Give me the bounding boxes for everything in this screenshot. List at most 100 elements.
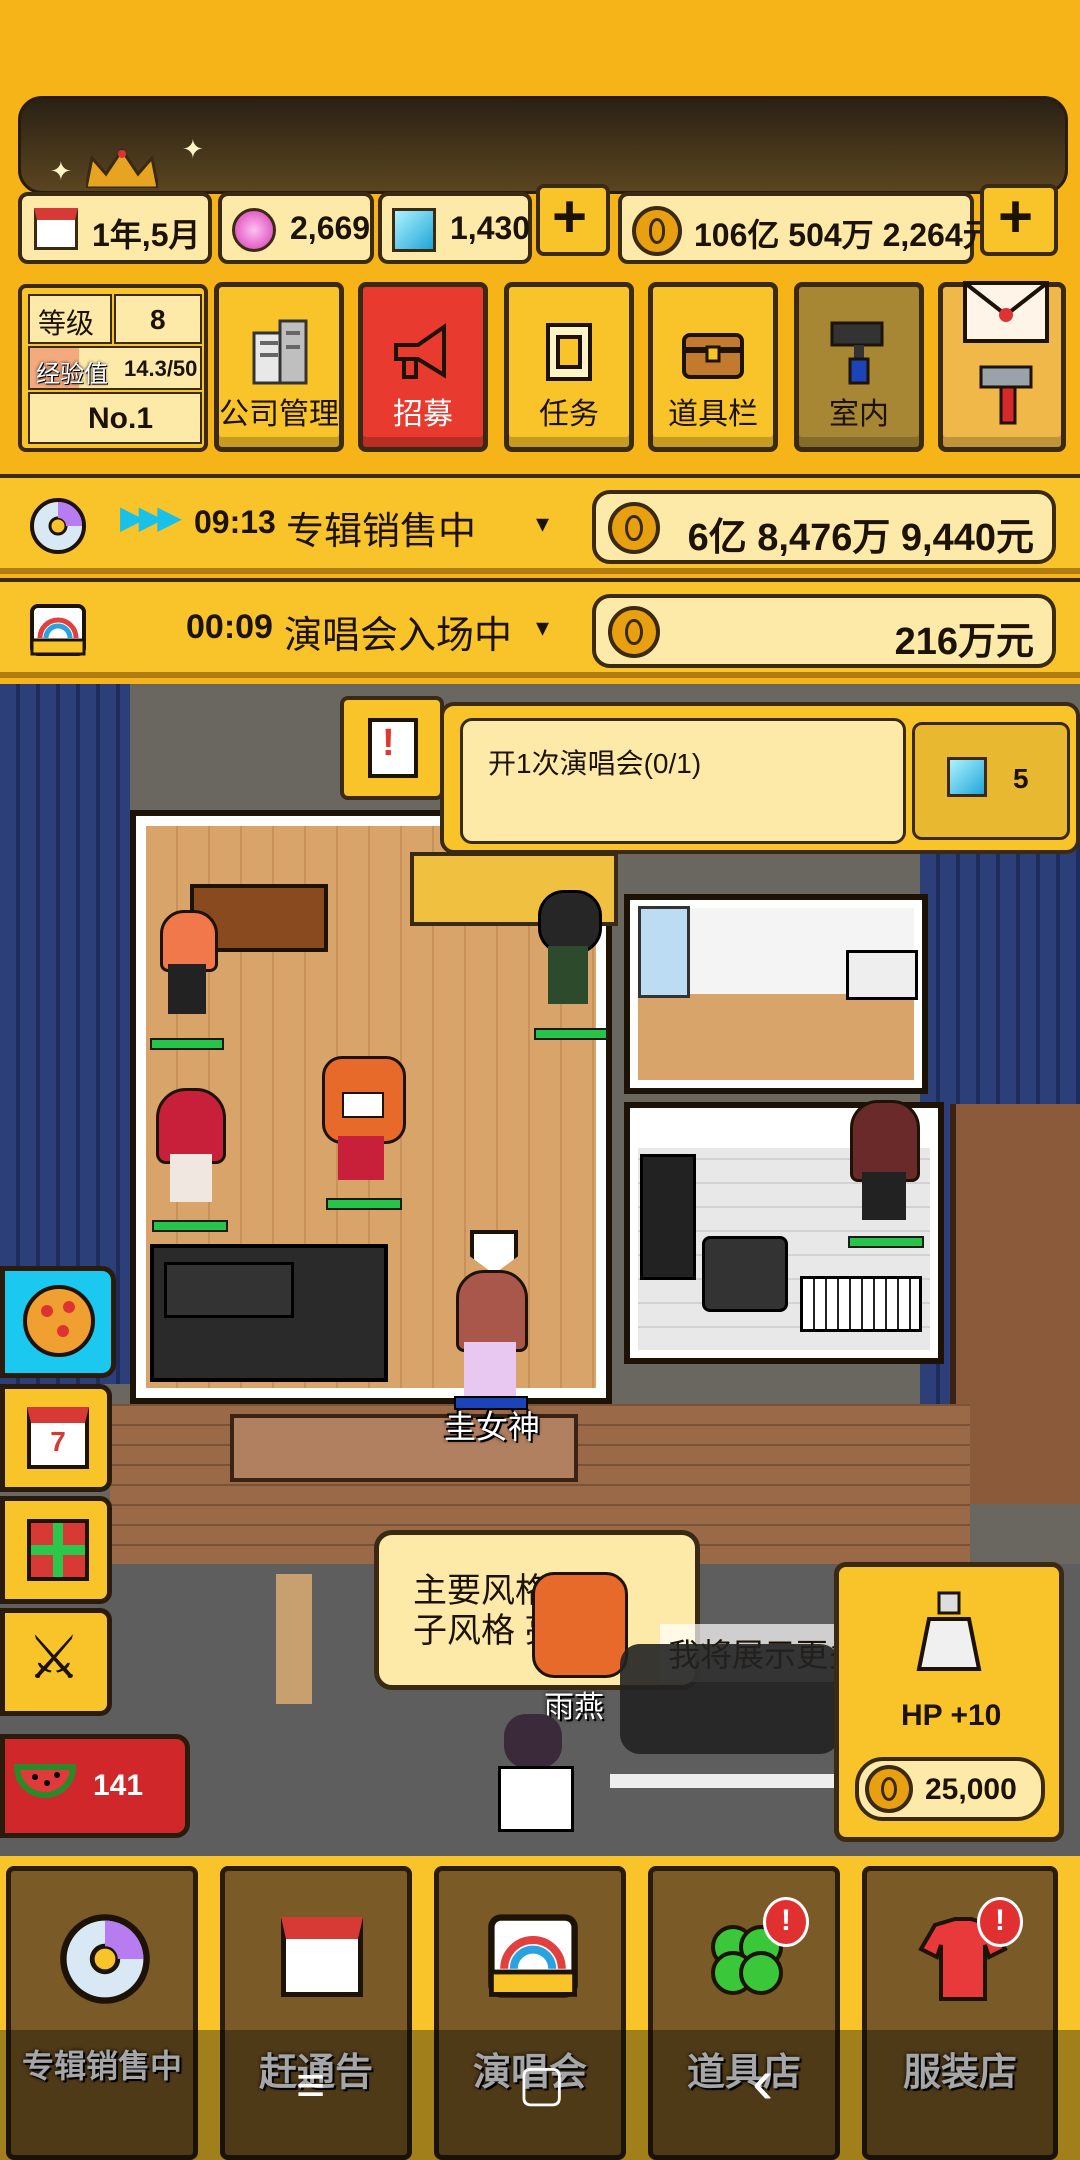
company-management-button[interactable]: 公司管理 <box>214 282 344 452</box>
interior-button[interactable]: 室内 <box>794 282 924 452</box>
blue-gem-value: 1,430 <box>450 210 531 246</box>
road-marking <box>610 1774 840 1788</box>
fast-forward-icon: ▶▶▶ <box>120 499 182 535</box>
character-blonde-studio[interactable] <box>846 1100 922 1224</box>
calendar-button[interactable]: 7 <box>0 1384 112 1492</box>
level-panel[interactable]: 等级 8 经验值 14.3/50 No.1 <box>18 284 208 452</box>
blue-gem-counter: 1,430 <box>378 192 532 264</box>
coin-icon <box>865 1765 913 1813</box>
speaker-character[interactable] <box>528 1572 628 1692</box>
album-timer: 09:13 <box>194 504 276 540</box>
cd-icon <box>60 1914 150 2004</box>
menu-label: 公司管理 <box>219 398 339 431</box>
pizza-event-button[interactable] <box>0 1266 116 1378</box>
sparkle-icon: ✦ <box>182 134 204 164</box>
concert-status-text: 演唱会入场中 <box>284 615 513 657</box>
gift-button[interactable] <box>0 1496 112 1604</box>
character-fox-ears[interactable] <box>318 1056 406 1184</box>
manager-character[interactable] <box>488 1714 578 1854</box>
inventory-button[interactable]: 道具栏 <box>648 282 778 452</box>
blue-gem-icon <box>392 208 436 252</box>
exp-label: 经验值 <box>36 361 108 388</box>
menu-label: 招募 <box>393 398 453 431</box>
calendar-icon <box>34 208 78 250</box>
character-red-hair[interactable] <box>152 1088 228 1206</box>
task-button[interactable]: 任务 <box>504 282 634 452</box>
water-cooler <box>638 906 690 998</box>
concert-earnings-value: 216万元 <box>894 621 1034 663</box>
rank-box: No.1 <box>28 392 202 444</box>
date-display: 1年,5月 <box>18 192 212 264</box>
character-dark-hair[interactable] <box>532 890 602 1010</box>
watermelon-count: 141 <box>93 1769 144 1802</box>
coin-icon <box>608 606 660 658</box>
sparkle-icon: ✦ <box>50 156 72 186</box>
hammer-icon <box>979 365 1033 425</box>
chest-icon <box>682 333 744 379</box>
concert-timer: 00:09 <box>186 608 273 646</box>
street-lamp <box>276 1574 312 1704</box>
menu-label: 室内 <box>829 398 889 431</box>
add-gem-button[interactable]: + <box>536 183 610 256</box>
paint-roller-icon <box>830 321 884 385</box>
scroll-icon <box>546 323 592 381</box>
character-hp-bar <box>152 1220 228 1232</box>
system-menu-button[interactable]: ≡ <box>296 2056 325 2114</box>
level-label: 等级 <box>38 308 95 339</box>
shop-price[interactable]: 25,000 <box>855 1757 1045 1821</box>
quest-text: 开1次演唱会(0/1) <box>488 748 702 779</box>
add-money-button[interactable]: + <box>980 183 1058 256</box>
dropdown-arrow-icon[interactable]: ▾ <box>536 508 549 539</box>
album-earnings-value: 6亿 8,476万 9,440元 <box>687 517 1034 559</box>
money-value: 106亿 504万 2,264元 <box>694 217 995 253</box>
album-status-text: 专辑销售中 <box>286 511 477 553</box>
plus-icon: + <box>998 183 1034 250</box>
exp-value: 14.3/50 <box>124 356 198 381</box>
pink-gem-counter: 2,669 <box>218 192 374 264</box>
blue-gem-icon <box>947 757 987 797</box>
quest-reward[interactable]: 5 <box>912 722 1070 840</box>
album-sale-row[interactable]: ▶▶▶ 09:13 专辑销售中 ▾ 6亿 8,476万 9,440元 <box>0 474 1080 574</box>
mail-tools-button[interactable] <box>938 281 1066 452</box>
gift-icon <box>27 1519 89 1581</box>
speaker <box>640 1154 696 1280</box>
calendar-icon <box>281 1917 363 1997</box>
plus-icon: + <box>552 183 588 250</box>
level-value: 8 <box>150 304 166 335</box>
shop-price-value: 25,000 <box>925 1773 1017 1806</box>
swords-icon: ⚔ <box>27 1624 81 1691</box>
calendar-icon: 7 <box>27 1407 89 1469</box>
concert-entry-row[interactable]: 00:09 演唱会入场中 ▾ 216万元 <box>0 578 1080 678</box>
notification-badge-icon: ! <box>763 1897 809 1947</box>
date-text: 1年,5月 <box>92 217 201 253</box>
dropdown-arrow-icon[interactable]: ▾ <box>536 612 549 643</box>
car <box>620 1644 840 1754</box>
watermelon-counter[interactable]: 141 <box>0 1734 190 1838</box>
quest-reward-value: 5 <box>1013 763 1029 794</box>
coffee-table <box>164 1262 294 1318</box>
recruit-button[interactable]: 招募 <box>358 282 488 452</box>
pink-gem-value: 2,669 <box>290 210 371 246</box>
system-back-button[interactable]: ‹ <box>752 2044 773 2118</box>
exp-bar: 经验值 14.3/50 <box>28 346 202 390</box>
character-pink-dress[interactable] <box>450 1270 530 1400</box>
quest-panel[interactable]: 开1次演唱会(0/1) 5 <box>440 702 1080 854</box>
crossed-swords-button[interactable]: ⚔ <box>0 1608 112 1716</box>
character-orange-hair[interactable] <box>150 910 220 1020</box>
radio <box>846 950 918 1000</box>
concert-earnings: 216万元 <box>592 594 1056 668</box>
notification-badge-icon: ! <box>977 1897 1023 1947</box>
alert-scroll-icon: ! <box>368 718 418 778</box>
level-value-box: 8 <box>114 294 202 344</box>
system-home-button[interactable]: ▢ <box>518 2054 565 2112</box>
shop-offer-panel[interactable]: HP +10 25,000 <box>834 1562 1064 1842</box>
pizza-icon <box>23 1285 95 1357</box>
quest-alert-button[interactable]: ! <box>340 696 444 800</box>
menu-label: 任务 <box>539 398 599 431</box>
album-earnings: 6亿 8,476万 9,440元 <box>592 490 1056 564</box>
megaphone-icon <box>394 323 446 379</box>
coin-icon <box>632 206 682 256</box>
pink-gem-icon <box>232 208 276 252</box>
crown-icon <box>84 147 160 190</box>
character-hp-bar <box>150 1038 224 1050</box>
